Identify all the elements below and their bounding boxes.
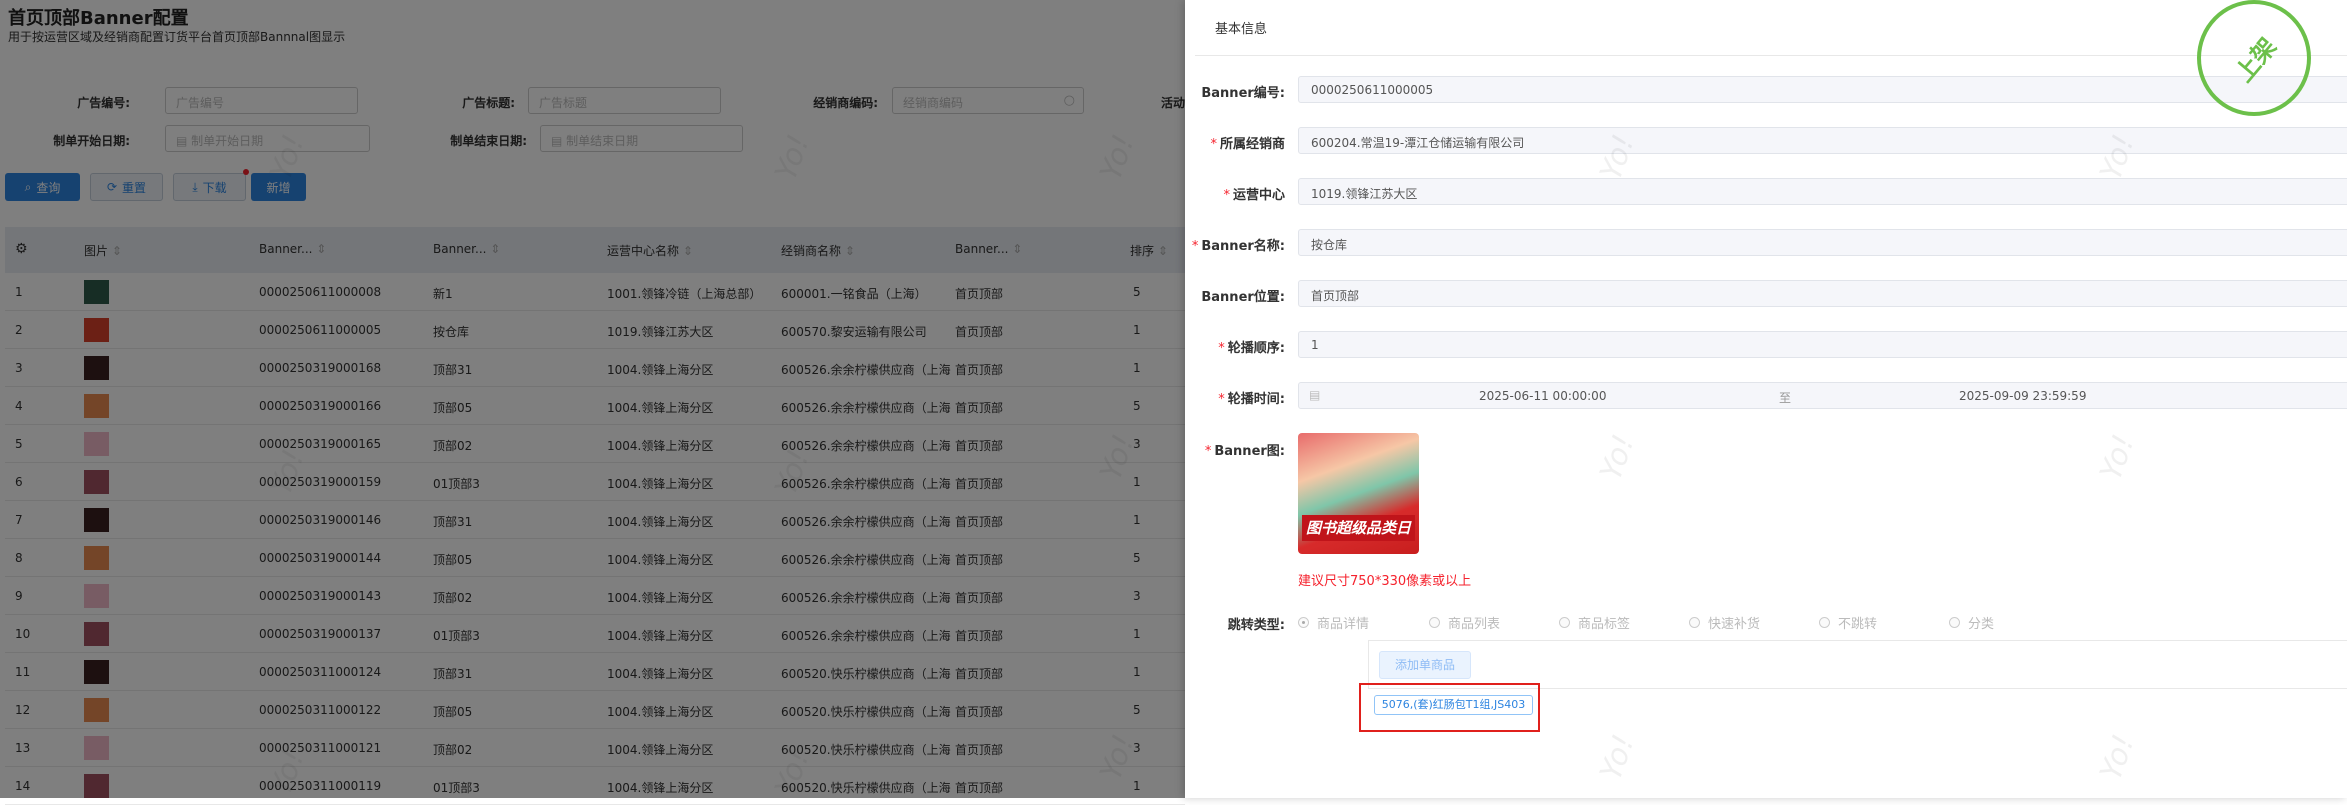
product-select-box — [1368, 640, 2347, 689]
calendar-icon: ▤ — [1309, 388, 1321, 402]
dealer-label-text: 所属经销商 — [1219, 137, 1285, 152]
time-label: * 轮播时间: — [1218, 392, 1285, 407]
order-field[interactable]: 1 — [1298, 331, 2347, 358]
status-stamp: 上架 — [2197, 0, 2311, 116]
radio-icon — [1429, 617, 1440, 628]
banner-no-label: Banner编号: — [1201, 86, 1285, 101]
radio-label: 分类 — [1968, 617, 1995, 632]
image-size-hint: 建议尺寸750*330像素或以上 — [1298, 574, 1472, 589]
watermark: Yo! — [2093, 430, 2142, 485]
radio-quick-restock[interactable]: 快速补货 — [1689, 613, 1760, 632]
radio-label: 快速补货 — [1708, 617, 1761, 632]
radio-icon — [1819, 617, 1830, 628]
position-label: Banner位置: — [1201, 290, 1285, 305]
status-stamp-text: 上架 — [2229, 32, 2283, 87]
radio-product-list[interactable]: 商品列表 — [1429, 613, 1500, 632]
time-label-text: 轮播时间: — [1227, 392, 1285, 407]
section-title: 基本信息 — [1215, 22, 1268, 37]
banner-image-text: 图书超级品类日 — [1302, 515, 1415, 541]
banner-image-label-text: Banner图: — [1214, 444, 1285, 459]
radio-icon — [1559, 617, 1570, 628]
center-field[interactable]: 1019.领锋江苏大区 — [1298, 178, 2347, 205]
drawer-mask[interactable] — [0, 0, 1185, 798]
range-separator: 至 — [1779, 391, 1792, 405]
radio-category[interactable]: 分类 — [1949, 613, 1994, 632]
radio-label: 商品详情 — [1317, 617, 1370, 632]
time-range-field[interactable]: ▤ 2025-06-11 00:00:00 至 2025-09-09 23:59… — [1298, 382, 2347, 409]
watermark: Yo! — [1593, 730, 1642, 785]
radio-icon — [1298, 617, 1309, 628]
radio-label: 商品标签 — [1578, 617, 1631, 632]
banner-name-field[interactable]: 按仓库 — [1298, 229, 2347, 256]
center-label-text: 运营中心 — [1232, 188, 1285, 203]
position-field[interactable]: 首页顶部 — [1298, 280, 2347, 307]
radio-icon — [1949, 617, 1960, 628]
banner-name-label-text: Banner名称: — [1201, 239, 1285, 254]
order-label-text: 轮播顺序: — [1227, 341, 1285, 356]
product-tag[interactable]: 5076,(套)红肠包T1组,JS403 — [1374, 695, 1533, 715]
dealer-field[interactable]: 600204.常温19-潭江仓储运输有限公司 — [1298, 127, 2347, 154]
watermark: Yo! — [1593, 430, 1642, 485]
center-label: * 运营中心 — [1223, 188, 1285, 203]
detail-drawer: 基本信息 Banner编号: 0000250611000005 * 所属经销商 6… — [1093, 0, 2347, 798]
radio-no-jump[interactable]: 不跳转 — [1819, 613, 1877, 632]
end-time: 2025-09-09 23:59:59 — [1959, 389, 2087, 403]
radio-product-tag[interactable]: 商品标签 — [1559, 613, 1630, 632]
radio-label: 不跳转 — [1838, 617, 1878, 632]
banner-no-field[interactable]: 0000250611000005 — [1298, 76, 2347, 103]
dealer-label: * 所属经销商 — [1210, 137, 1285, 152]
watermark: Yo! — [2093, 730, 2142, 785]
divider — [1195, 55, 2347, 56]
banner-image[interactable]: 图书超级品类日 — [1298, 433, 1419, 554]
banner-name-label: * Banner名称: — [1191, 239, 1285, 254]
banner-image-label: * Banner图: — [1204, 444, 1285, 459]
order-label: * 轮播顺序: — [1218, 341, 1285, 356]
radio-product-detail[interactable]: 商品详情 — [1298, 613, 1369, 632]
jump-type-label: 跳转类型: — [1227, 618, 1285, 633]
radio-icon — [1689, 617, 1700, 628]
radio-label: 商品列表 — [1448, 617, 1501, 632]
add-product-button[interactable]: 添加单商品 — [1379, 651, 1471, 679]
start-time: 2025-06-11 00:00:00 — [1479, 389, 1607, 403]
